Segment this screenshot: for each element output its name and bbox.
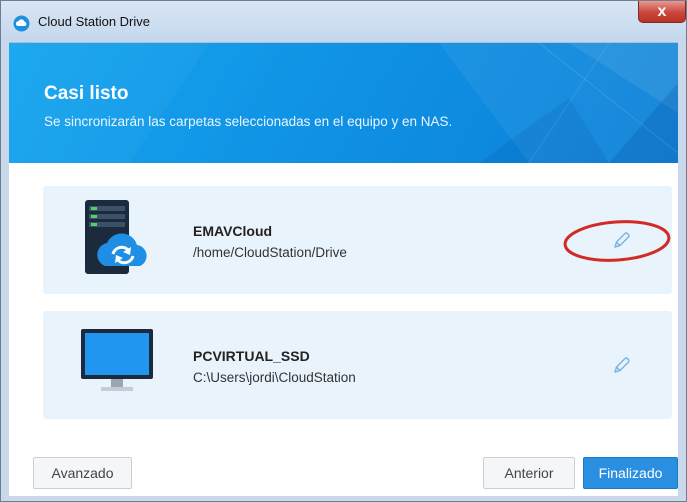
close-icon: x: [657, 2, 667, 20]
footer-bar: Avanzado Anterior Finalizado: [9, 448, 678, 498]
window-bottom-border: [1, 496, 686, 501]
nas-name: EMAVCloud: [193, 223, 273, 239]
cloud-station-app-icon: [13, 15, 30, 32]
nas-cloud-sync-icon: [85, 200, 147, 274]
monitor-icon: [81, 329, 153, 391]
title-bar[interactable]: Cloud Station Drive x: [1, 1, 686, 43]
pencil-icon[interactable]: [611, 356, 631, 376]
window-title: Cloud Station Drive: [38, 14, 150, 29]
app-window: Cloud Station Drive x Casi listo Se sinc…: [0, 0, 687, 502]
nas-path: /home/CloudStation/Drive: [193, 245, 347, 260]
pc-name: PCVIRTUAL_SSD: [193, 348, 310, 364]
pencil-icon[interactable]: [611, 231, 631, 251]
nas-card: EMAVCloud /home/CloudStation/Drive: [43, 186, 672, 294]
main-content: EMAVCloud /home/CloudStation/Drive PCVIR…: [9, 163, 678, 448]
advanced-button[interactable]: Avanzado: [33, 457, 132, 489]
finish-button[interactable]: Finalizado: [583, 457, 678, 489]
page-subtitle: Se sincronizarán las carpetas selecciona…: [44, 114, 453, 129]
window-right-border: [678, 42, 686, 498]
pc-card: PCVIRTUAL_SSD C:\Users\jordi\CloudStatio…: [43, 311, 672, 419]
previous-button[interactable]: Anterior: [483, 457, 575, 489]
header-banner: Casi listo Se sincronizarán las carpetas…: [9, 43, 678, 163]
close-button[interactable]: x: [638, 1, 686, 23]
window-left-border: [1, 42, 9, 498]
page-title: Casi listo: [44, 83, 129, 104]
pc-path: C:\Users\jordi\CloudStation: [193, 370, 356, 385]
